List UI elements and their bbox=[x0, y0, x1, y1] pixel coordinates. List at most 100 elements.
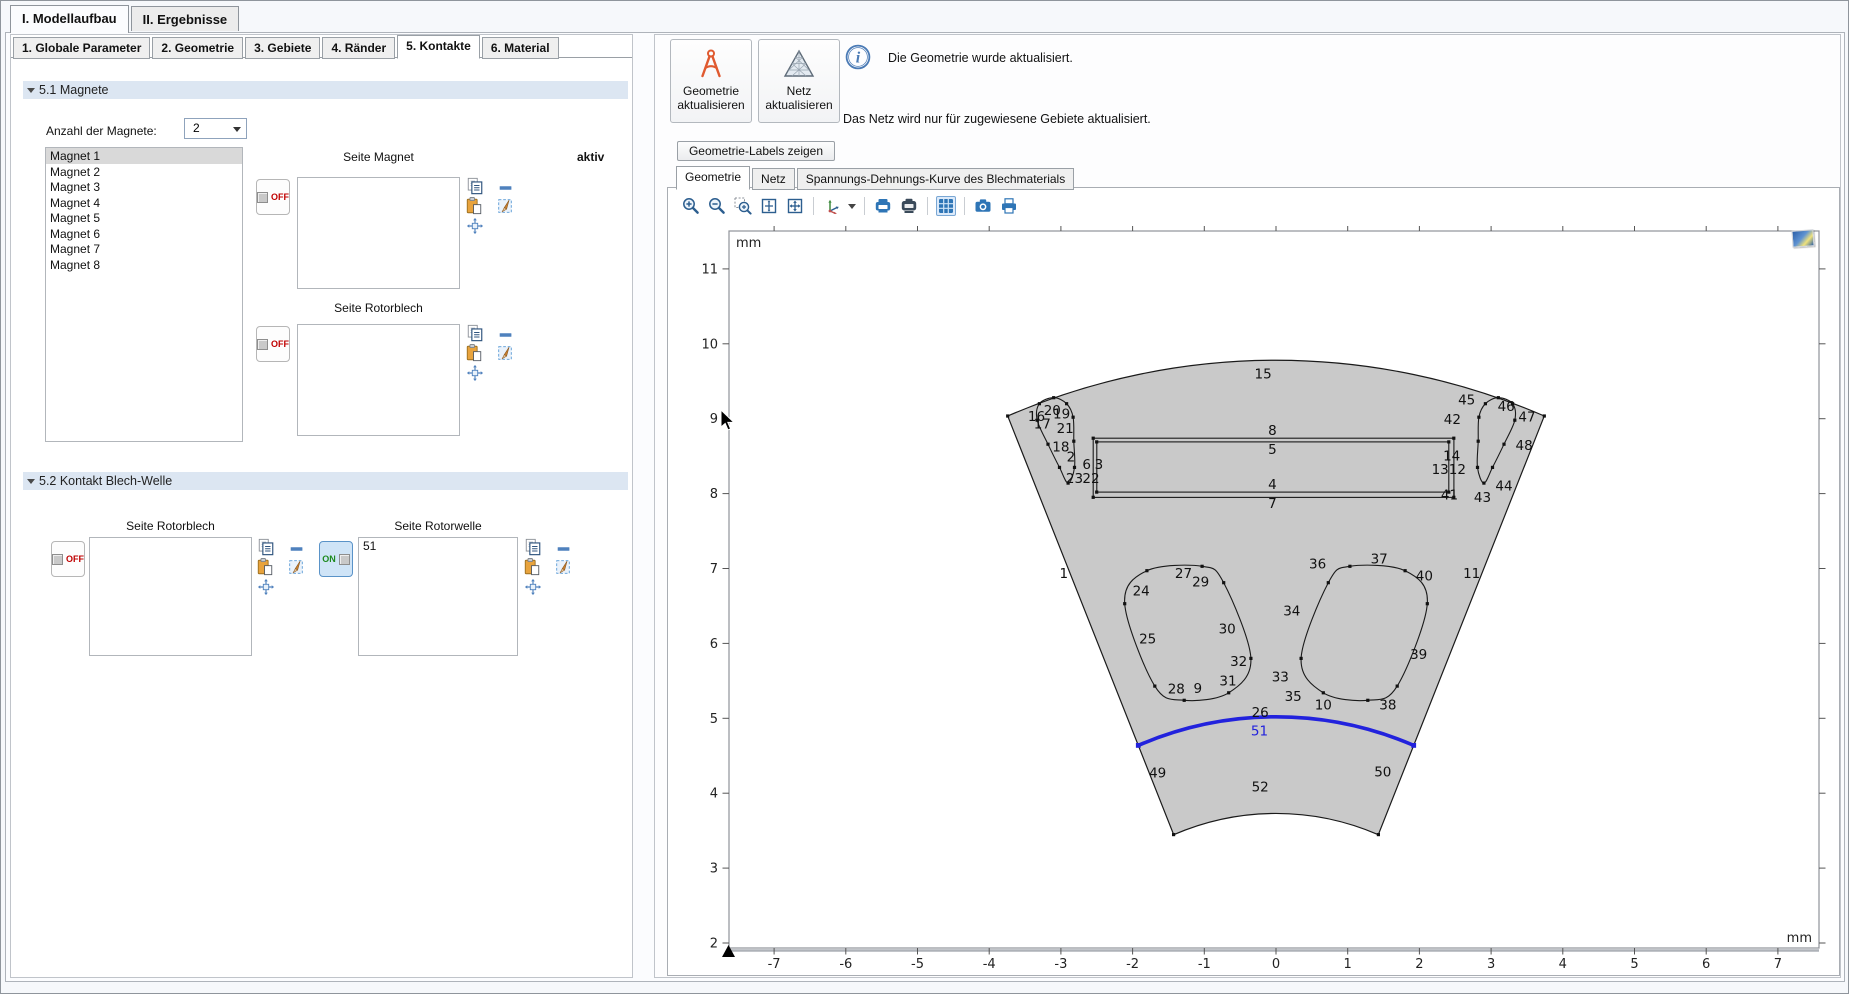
update-mesh-button[interactable]: Netz aktualisieren bbox=[758, 39, 840, 123]
clear-selection-icon[interactable] bbox=[496, 197, 514, 215]
list-item[interactable]: Magnet 5 bbox=[46, 210, 242, 226]
list-item[interactable]: Magnet 7 bbox=[46, 241, 242, 257]
svg-text:8: 8 bbox=[1268, 423, 1277, 439]
svg-text:44: 44 bbox=[1495, 479, 1512, 495]
svg-text:7: 7 bbox=[710, 562, 718, 577]
clear-selection-icon[interactable] bbox=[554, 558, 572, 576]
view-tab-netz[interactable]: Netz bbox=[752, 168, 795, 190]
remove-icon[interactable] bbox=[555, 540, 573, 558]
svg-text:4: 4 bbox=[1268, 477, 1277, 493]
seite-rotorblech-listbox[interactable] bbox=[297, 324, 460, 436]
kontakt-rotorblech-listbox[interactable] bbox=[89, 537, 252, 656]
center-view-icon[interactable] bbox=[759, 196, 779, 216]
svg-text:28: 28 bbox=[1168, 682, 1185, 698]
seite-magnet-listbox[interactable] bbox=[297, 177, 460, 289]
plot-thumbnail-icon[interactable] bbox=[1791, 229, 1814, 247]
move-selection-icon[interactable] bbox=[466, 364, 484, 382]
section-header-magnete[interactable]: 5.1 Magnete bbox=[23, 81, 628, 99]
subtab-kontakte[interactable]: 5. Kontakte bbox=[397, 35, 480, 59]
svg-text:45: 45 bbox=[1458, 393, 1475, 409]
list-item[interactable]: 51 bbox=[359, 538, 517, 554]
view-tab-spannungs-dehnungs-kurve[interactable]: Spannungs-Dehnungs-Kurve des Blechmateri… bbox=[797, 168, 1074, 190]
geometry-plot[interactable]: -7-6-5-4-3-2-101234567234567891011mmmm15… bbox=[691, 226, 1846, 986]
subtab-material[interactable]: 6. Material bbox=[482, 37, 559, 59]
svg-text:12: 12 bbox=[1449, 462, 1466, 478]
svg-text:39: 39 bbox=[1410, 647, 1427, 663]
remove-icon[interactable] bbox=[497, 179, 515, 197]
list-item[interactable]: Magnet 4 bbox=[46, 195, 242, 211]
zoom-in-icon[interactable] bbox=[681, 196, 701, 216]
dropdown-caret-icon[interactable] bbox=[848, 204, 856, 209]
list-item[interactable]: Magnet 2 bbox=[46, 164, 242, 180]
clear-selection-icon[interactable] bbox=[287, 558, 305, 576]
subtab-gebiete[interactable]: 3. Gebiete bbox=[245, 37, 320, 59]
toggle-state-label: OFF bbox=[271, 192, 289, 202]
copy-icon[interactable] bbox=[257, 538, 275, 556]
zoom-out-icon[interactable] bbox=[707, 196, 727, 216]
show-geometry-labels-button[interactable]: Geometrie-Labels zeigen bbox=[677, 141, 835, 161]
copy-image-icon[interactable] bbox=[873, 196, 893, 216]
toggle-seite-magnet[interactable]: OFF bbox=[256, 179, 290, 215]
clear-selection-icon[interactable] bbox=[496, 344, 514, 362]
remove-icon[interactable] bbox=[497, 326, 515, 344]
view-tab-geometrie[interactable]: Geometrie bbox=[676, 166, 750, 190]
toggle-state-label: OFF bbox=[271, 339, 289, 349]
aktiv-column-label: aktiv bbox=[577, 150, 604, 164]
toggle-kontakt-rotorblech[interactable]: OFF bbox=[51, 541, 85, 577]
left-panel: 1. Globale Parameter 2. Geometrie 3. Geb… bbox=[10, 34, 633, 978]
paste-icon[interactable] bbox=[256, 558, 274, 576]
paste-icon[interactable] bbox=[465, 197, 483, 215]
svg-text:47: 47 bbox=[1518, 410, 1535, 426]
toggle-kontakt-rotorwelle[interactable]: ON bbox=[319, 541, 353, 577]
svg-text:6: 6 bbox=[1702, 957, 1710, 972]
grid-icon[interactable] bbox=[936, 196, 956, 216]
list-item[interactable]: Magnet 3 bbox=[46, 179, 242, 195]
svg-text:11: 11 bbox=[1463, 566, 1480, 582]
copy-icon[interactable] bbox=[466, 177, 484, 195]
subtab-raender[interactable]: 4. Ränder bbox=[322, 37, 395, 59]
anzahl-dropdown[interactable]: 2 bbox=[184, 118, 247, 139]
svg-text:5: 5 bbox=[1630, 957, 1638, 972]
toolbar-separator bbox=[813, 197, 814, 215]
toolbar-separator bbox=[964, 197, 965, 215]
zoom-box-icon[interactable] bbox=[733, 196, 753, 216]
kontakt-rotorwelle-listbox[interactable]: 51 bbox=[358, 537, 518, 656]
svg-text:-6: -6 bbox=[839, 957, 852, 972]
list-item[interactable]: Magnet 1 bbox=[46, 148, 242, 164]
svg-text:11: 11 bbox=[701, 262, 718, 277]
svg-text:9: 9 bbox=[1194, 681, 1203, 697]
move-selection-icon[interactable] bbox=[524, 578, 542, 596]
export-image-icon[interactable] bbox=[899, 196, 919, 216]
copy-icon[interactable] bbox=[466, 324, 484, 342]
svg-text:26: 26 bbox=[1252, 705, 1269, 721]
update-geometry-button[interactable]: Geometrie aktualisieren bbox=[670, 39, 752, 123]
paste-icon[interactable] bbox=[523, 558, 541, 576]
svg-text:1: 1 bbox=[1060, 566, 1069, 582]
toggle-knob bbox=[257, 192, 268, 203]
magnet-list[interactable]: Magnet 1Magnet 2Magnet 3Magnet 4Magnet 5… bbox=[45, 147, 243, 442]
svg-text:3: 3 bbox=[710, 862, 718, 877]
fit-view-icon[interactable] bbox=[785, 196, 805, 216]
anzahl-dropdown-value: 2 bbox=[193, 121, 200, 135]
list-item[interactable]: Magnet 6 bbox=[46, 226, 242, 242]
svg-text:7: 7 bbox=[1774, 957, 1782, 972]
section-header-kontakt[interactable]: 5.2 Kontakt Blech-Welle bbox=[23, 472, 628, 490]
move-selection-icon[interactable] bbox=[466, 217, 484, 235]
svg-text:49: 49 bbox=[1149, 766, 1166, 782]
remove-icon[interactable] bbox=[288, 540, 306, 558]
view-orientation-icon[interactable] bbox=[822, 196, 842, 216]
toggle-seite-rotorblech[interactable]: OFF bbox=[256, 326, 290, 362]
subtab-bar: 1. Globale Parameter 2. Geometrie 3. Geb… bbox=[13, 35, 561, 59]
paste-icon[interactable] bbox=[465, 344, 483, 362]
subtab-geometrie[interactable]: 2. Geometrie bbox=[152, 37, 243, 59]
subtab-globale-parameter[interactable]: 1. Globale Parameter bbox=[13, 37, 150, 59]
group-title-seite-magnet: Seite Magnet bbox=[297, 150, 460, 164]
copy-icon[interactable] bbox=[524, 538, 542, 556]
camera-icon[interactable] bbox=[973, 196, 993, 216]
list-item[interactable]: Magnet 8 bbox=[46, 257, 242, 273]
move-selection-icon[interactable] bbox=[257, 578, 275, 596]
print-icon[interactable] bbox=[999, 196, 1019, 216]
svg-text:30: 30 bbox=[1219, 622, 1236, 638]
tab-modellaufbau[interactable]: I. Modellaufbau bbox=[10, 5, 129, 33]
tab-ergebnisse[interactable]: II. Ergebnisse bbox=[131, 6, 240, 31]
